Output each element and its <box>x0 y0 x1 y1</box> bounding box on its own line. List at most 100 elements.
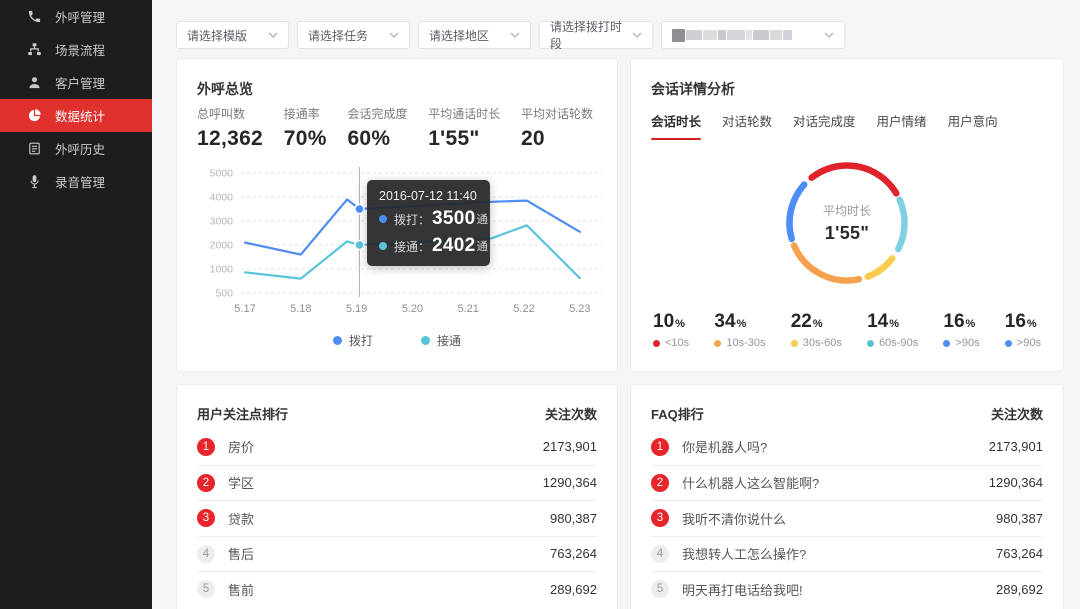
tooltip-row: 接通：2402通 <box>379 235 478 257</box>
sidebar-item[interactable]: 外呼管理 <box>0 0 152 33</box>
svg-text:5.22: 5.22 <box>513 303 534 315</box>
overview-stat: 总呼叫数12,362 <box>197 105 263 151</box>
duration-stat: 10%<10s <box>653 311 689 349</box>
stat-value: 1'55" <box>428 127 500 151</box>
rank-label: 明天再打电话给我吧! <box>682 580 996 599</box>
filter-bar: 请选择模版 请选择任务 请选择地区 请选择拨打时段 <box>176 21 845 49</box>
filter-select-placeholder: 请选择任务 <box>308 27 368 44</box>
stat-value: 60% <box>347 127 407 151</box>
duration-stat-unit: % <box>813 318 823 330</box>
redacted-value <box>672 29 792 42</box>
tab-对话轮数[interactable]: 对话轮数 <box>722 111 772 140</box>
faq-ranking-card: FAQ排行 关注次数 1你是机器人吗?2173,9012什么机器人这么智能啊?1… <box>630 384 1064 609</box>
duration-stat-value: 34% <box>714 311 765 333</box>
svg-text:2000: 2000 <box>210 240 234 252</box>
filter-select[interactable]: 请选择模版 <box>176 21 289 49</box>
duration-stat: 14%60s-90s <box>867 311 918 349</box>
rank-label: 你是机器人吗? <box>682 437 989 456</box>
series-dot <box>379 215 387 223</box>
sidebar-item-label: 外呼历史 <box>55 139 105 158</box>
filter-select[interactable]: 请选择拨打时段 <box>539 21 653 49</box>
duration-stat-unit: % <box>889 318 899 330</box>
sidebar-item-label: 场景流程 <box>55 40 105 59</box>
stat-value: 12,362 <box>197 127 263 151</box>
pie-icon <box>27 108 42 123</box>
chart-tooltip: 2016-07-12 11:40 拨打：3500通接通：2402通 <box>367 180 490 266</box>
rank-value: 2173,901 <box>989 439 1043 454</box>
user-focus-ranking-card: 用户关注点排行 关注次数 1房价2173,9012学区1290,3643贷款98… <box>176 384 618 609</box>
duration-stat-label: 30s-60s <box>791 337 842 349</box>
rank-label: 售后 <box>228 544 550 563</box>
rank-row: 3我听不清你说什么980,387 <box>651 500 1043 536</box>
chevron-down-icon <box>632 32 642 38</box>
rank-label: 售前 <box>228 580 550 599</box>
chevron-down-icon <box>268 32 278 38</box>
duration-stat: 22% 30s-60s <box>791 311 842 349</box>
sidebar-item[interactable]: 数据统计 <box>0 99 152 132</box>
legend-item[interactable]: 拨打 <box>333 332 373 349</box>
rank-badge: 4 <box>651 545 669 563</box>
rank-row: 4我想转人工怎么操作?763,264 <box>651 536 1043 572</box>
rank-value: 1290,364 <box>989 475 1043 490</box>
rank-badge: 2 <box>197 474 215 492</box>
rank-label: 房价 <box>228 437 543 456</box>
rank-value: 763,264 <box>996 546 1043 561</box>
svg-text:5.19: 5.19 <box>346 303 367 315</box>
rank-value: 763,264 <box>550 546 597 561</box>
duration-stat: 16% >90s <box>943 311 979 349</box>
svg-text:5.18: 5.18 <box>290 303 311 315</box>
tooltip-series-unit: 通 <box>476 238 488 254</box>
card-title: 外呼总览 <box>197 79 253 99</box>
duration-donut-chart[interactable] <box>772 148 922 298</box>
sidebar-item[interactable]: 录音管理 <box>0 165 152 198</box>
legend-dot <box>421 336 430 345</box>
filter-select[interactable]: 请选择任务 <box>297 21 410 49</box>
legend-item[interactable]: 接通 <box>421 332 461 349</box>
sidebar-item-label: 外呼管理 <box>55 7 105 26</box>
duration-stat-value: 22% <box>791 311 842 333</box>
sidebar-item[interactable]: 客户管理 <box>0 66 152 99</box>
legend-label: 拨打 <box>349 332 373 349</box>
rank-value: 1290,364 <box>543 475 597 490</box>
duration-stat-value: 16% <box>943 311 979 333</box>
rank-row: 2什么机器人这么智能啊?1290,364 <box>651 465 1043 501</box>
stat-label: 会话完成度 <box>347 105 407 122</box>
rank-row: 5售前289,692 <box>197 571 597 607</box>
rank-card-title: FAQ排行 <box>651 404 704 423</box>
sidebar-item-label: 客户管理 <box>55 73 105 92</box>
filter-select[interactable]: 请选择地区 <box>418 21 531 49</box>
tooltip-series-label: 拨打： <box>394 211 430 228</box>
redacted-filter-select[interactable] <box>661 21 845 49</box>
session-tabs: 会话时长对话轮数对话完成度用户情绪用户意向 <box>651 111 998 140</box>
svg-text:5.23: 5.23 <box>569 303 590 315</box>
tab-对话完成度[interactable]: 对话完成度 <box>793 111 856 140</box>
rank-value: 2173,901 <box>543 439 597 454</box>
rank-row: 3贷款980,387 <box>197 500 597 536</box>
filter-select-placeholder: 请选择地区 <box>429 27 489 44</box>
chevron-down-icon <box>389 32 399 38</box>
chevron-down-icon <box>824 32 834 38</box>
rank-badge: 3 <box>197 509 215 527</box>
sidebar: 外呼管理场景流程客户管理数据统计外呼历史录音管理 <box>0 0 152 609</box>
duration-stat-label: >90s <box>943 337 979 349</box>
tab-用户情绪[interactable]: 用户情绪 <box>877 111 927 140</box>
stat-value: 20 <box>521 127 593 151</box>
legend-label: 接通 <box>437 332 461 349</box>
card-title: 会话详情分析 <box>651 79 735 99</box>
svg-text:5.17: 5.17 <box>234 303 255 315</box>
tab-用户意向[interactable]: 用户意向 <box>948 111 998 140</box>
duration-stat-unit: % <box>1027 318 1037 330</box>
sidebar-item-label: 数据统计 <box>55 106 105 125</box>
sidebar-item[interactable]: 场景流程 <box>0 33 152 66</box>
rank-value-header: 关注次数 <box>545 404 597 423</box>
overview-stat: 平均对话轮数20 <box>521 105 593 151</box>
rank-badge: 1 <box>197 438 215 456</box>
chart-legend: 拨打 接通 <box>177 332 617 349</box>
duration-stat-dot <box>943 340 950 347</box>
sidebar-item[interactable]: 外呼历史 <box>0 132 152 165</box>
duration-stat-dot <box>867 340 874 347</box>
series-dot <box>379 242 387 250</box>
tab-会话时长[interactable]: 会话时长 <box>651 111 701 140</box>
duration-stat-label: <10s <box>653 337 689 349</box>
rank-label: 什么机器人这么智能啊? <box>682 473 989 492</box>
